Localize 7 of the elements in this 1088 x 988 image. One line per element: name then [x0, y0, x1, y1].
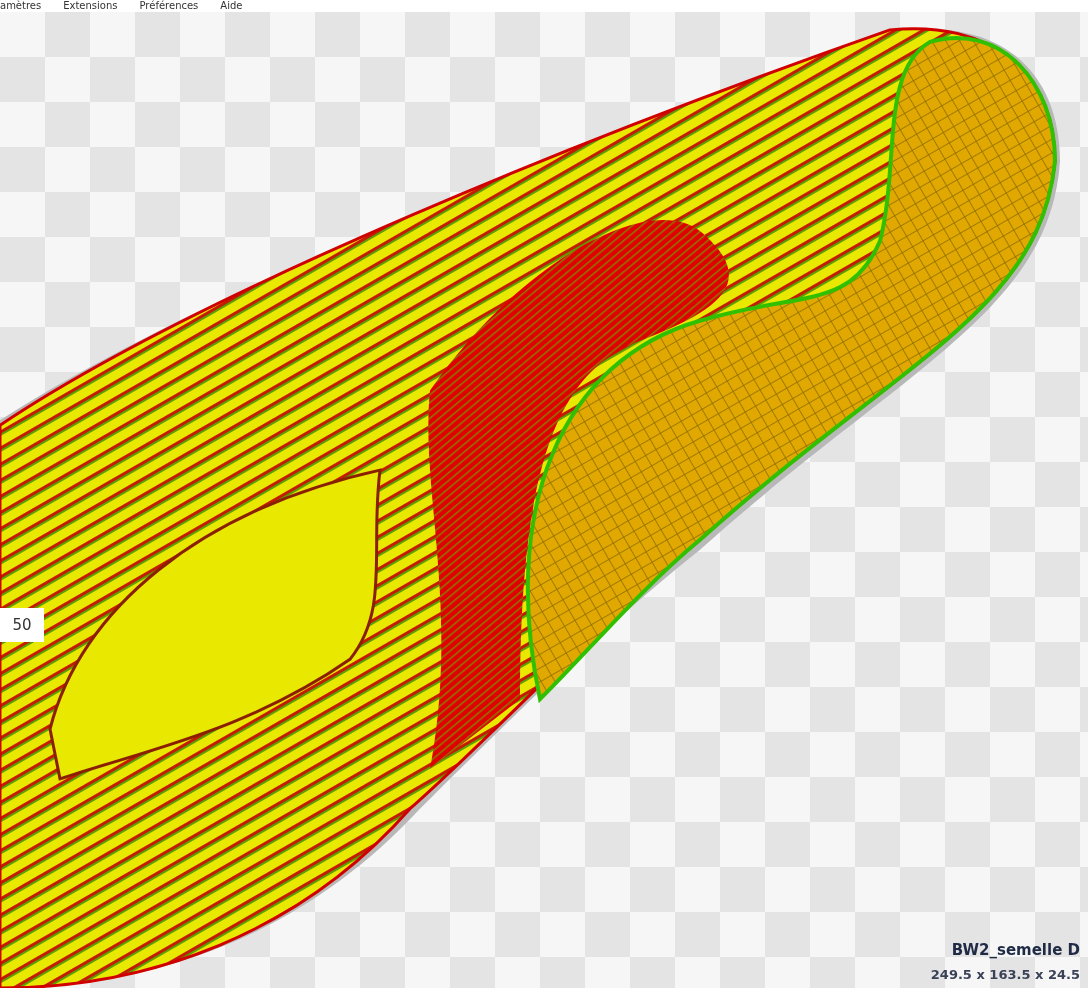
layer-number-label: 50 — [0, 608, 44, 642]
menu-item[interactable]: Aide — [220, 0, 243, 12]
menu-item[interactable]: Extensions — [63, 0, 118, 12]
object-name: BW2_semelle D — [951, 941, 1080, 959]
object-dimensions: 249.5 x 163.5 x 24.5 — [930, 967, 1080, 982]
menu-item[interactable]: Préférences — [139, 0, 199, 12]
menu-item[interactable]: amètres — [0, 0, 42, 12]
